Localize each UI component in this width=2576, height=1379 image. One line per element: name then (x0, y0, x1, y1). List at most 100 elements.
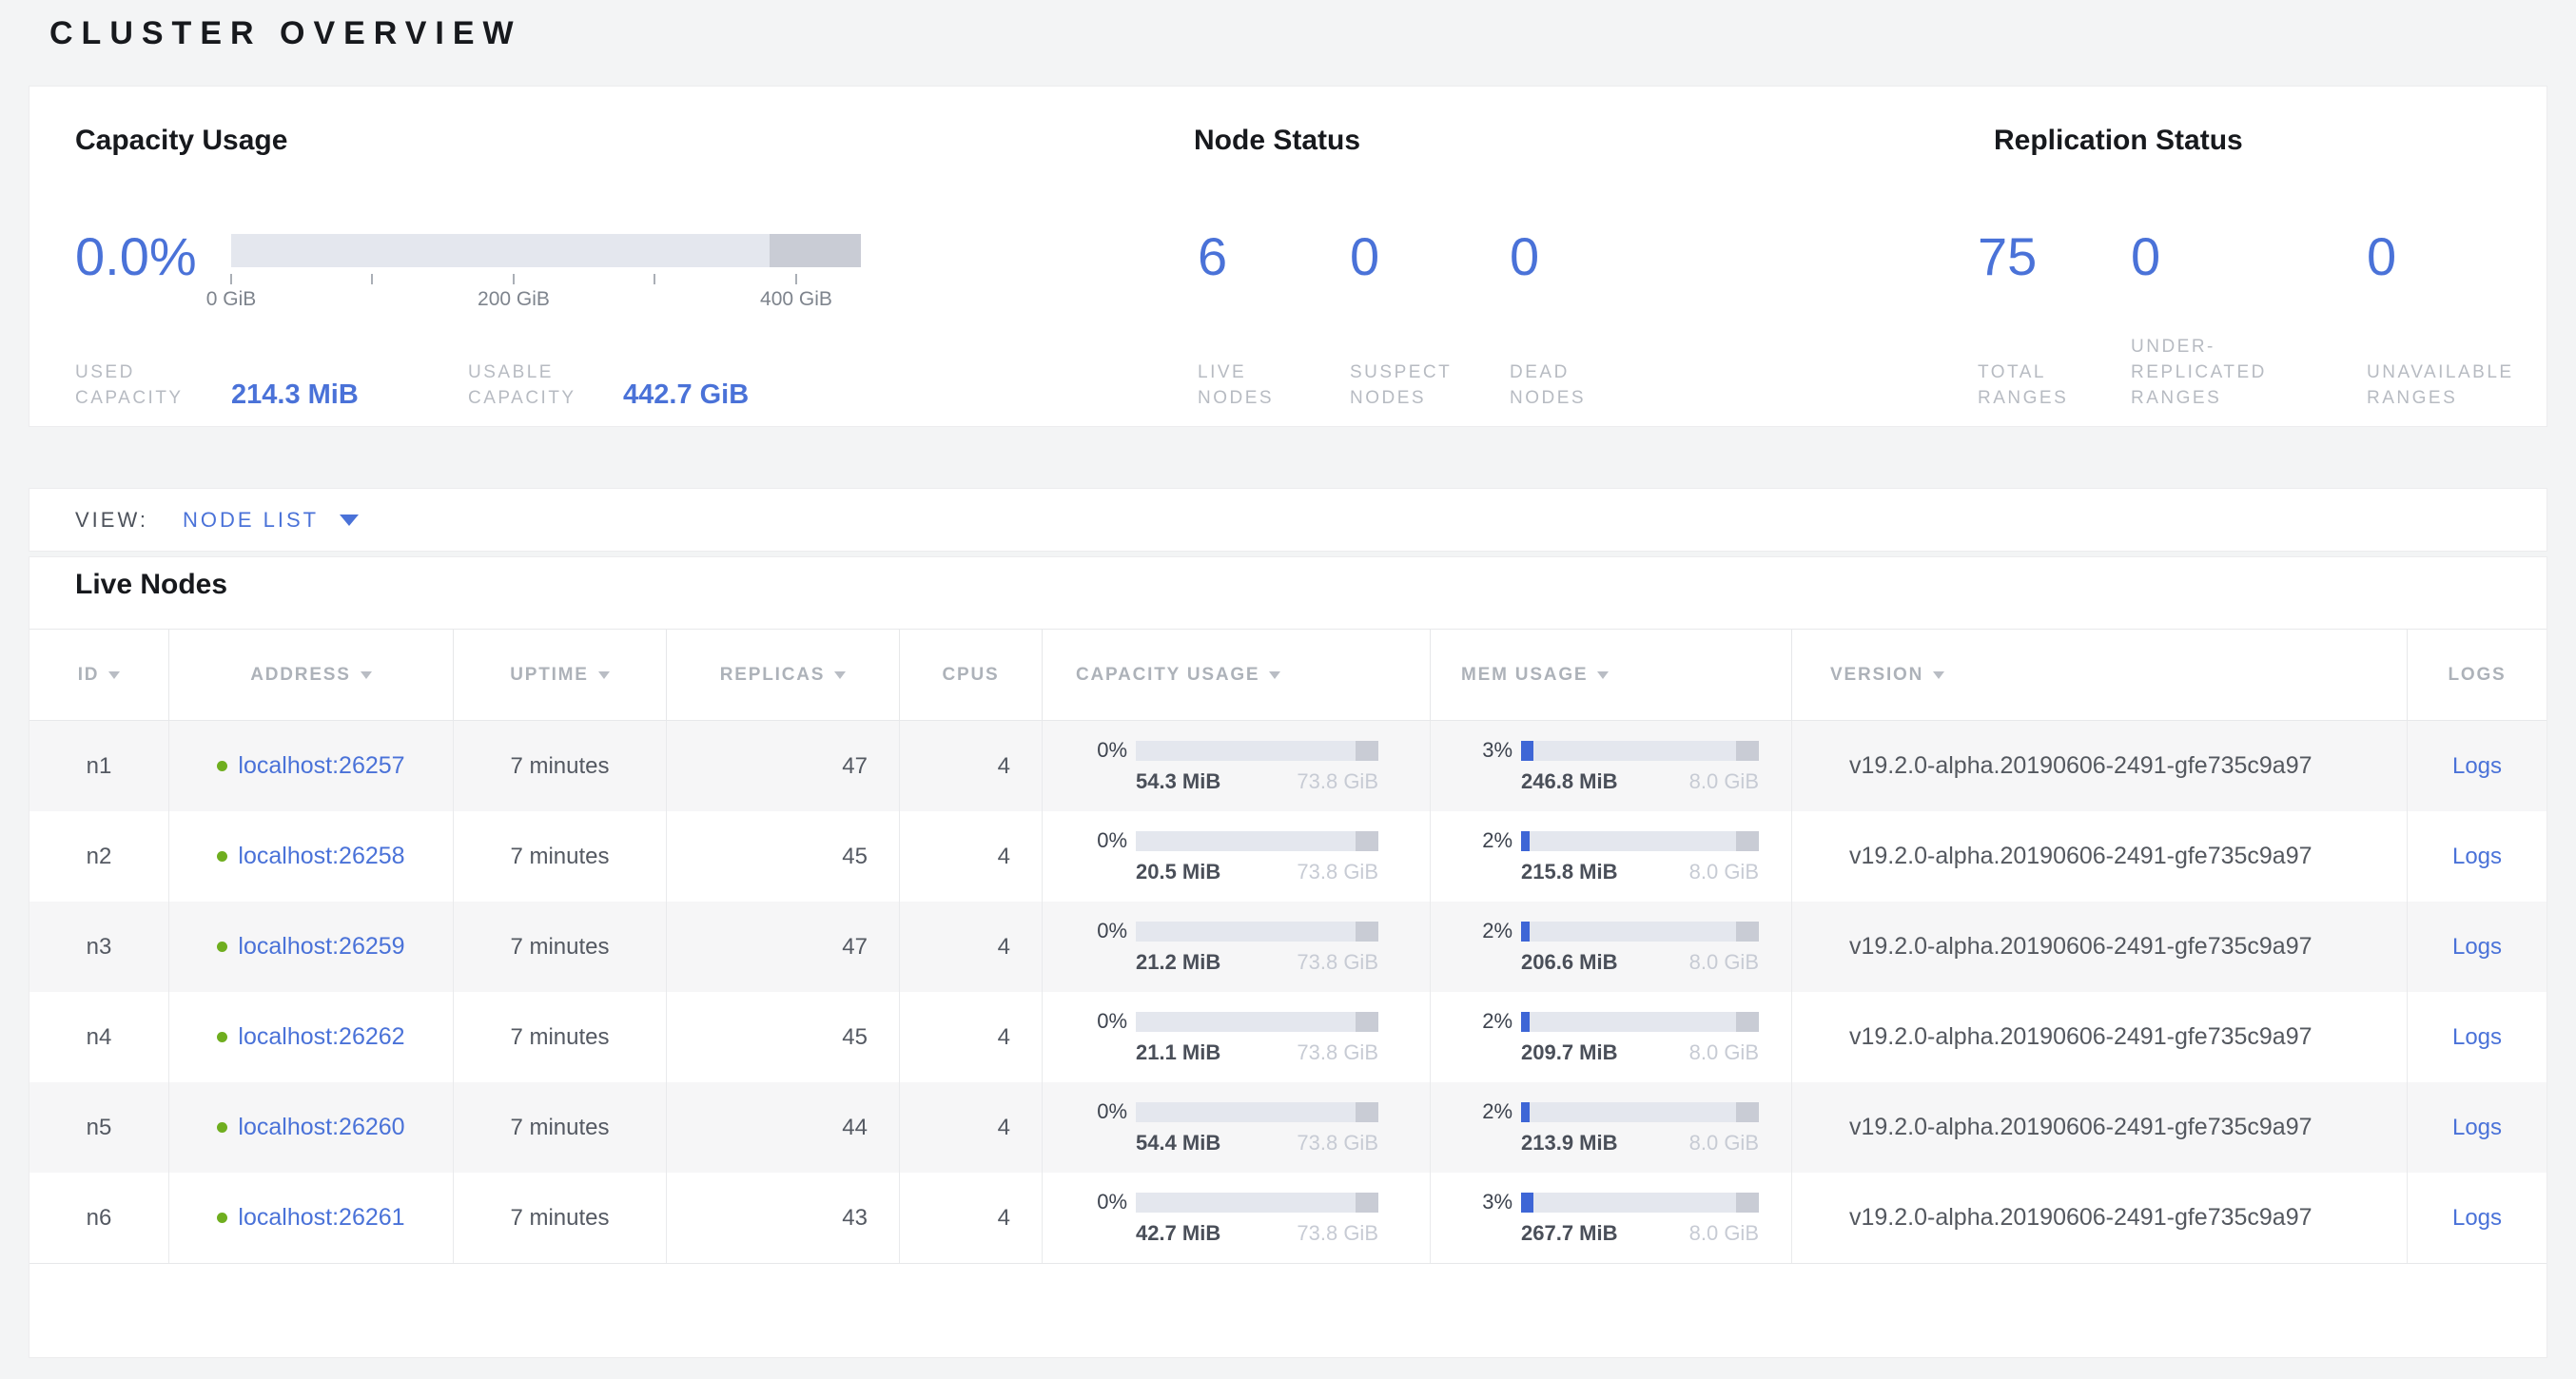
address-cell: localhost:26260 (169, 1082, 454, 1173)
axis-tick (230, 274, 232, 284)
table-row: n1 localhost:26257 7 minutes 47 4 0% 54.… (29, 721, 2547, 811)
capacity-usage-panel: Capacity Usage 0.0% 0 GiB 200 GiB 400 Gi… (75, 87, 931, 426)
sort-arrow-icon (361, 671, 372, 679)
capacity-usage-cell: 0% 42.7 MiB 73.8 GiB (1043, 1173, 1431, 1263)
used-capacity-value: 214.3 MiB (231, 379, 359, 411)
mem-pct: 2% (1461, 1099, 1512, 1124)
node-live-status-icon (217, 761, 227, 771)
row-id: n3 (29, 902, 169, 992)
capacity-bar-reserved (1356, 922, 1378, 942)
row-version: v19.2.0-alpha.20190606-2491-gfe735c9a97 (1792, 902, 2408, 992)
node-address-link[interactable]: localhost:26259 (238, 933, 404, 961)
column-header-capacity[interactable]: CAPACITY USAGE (1043, 630, 1431, 720)
capacity-pct: 0% (1076, 919, 1127, 943)
table-body: n1 localhost:26257 7 minutes 47 4 0% 54.… (29, 721, 2547, 1264)
dead-nodes-count: 0 (1510, 225, 1539, 287)
column-header-version[interactable]: VERSION (1792, 630, 2408, 720)
row-version: v19.2.0-alpha.20190606-2491-gfe735c9a97 (1792, 992, 2408, 1082)
column-header-uptime[interactable]: UPTIME (454, 630, 667, 720)
mem-used: 206.6 MiB (1521, 950, 1618, 975)
capacity-bar (1136, 1193, 1378, 1213)
mem-used: 209.7 MiB (1521, 1040, 1618, 1065)
column-header-id[interactable]: ID (29, 630, 169, 720)
logs-link[interactable]: Logs (2452, 1205, 2502, 1232)
capacity-usage-cell: 0% 21.2 MiB 73.8 GiB (1043, 902, 1431, 992)
capacity-total: 73.8 GiB (1297, 860, 1378, 884)
axis-tick-label: 400 GiB (760, 288, 832, 311)
logs-link[interactable]: Logs (2452, 844, 2502, 870)
column-header-address[interactable]: ADDRESS (169, 630, 454, 720)
mem-used: 213.9 MiB (1521, 1131, 1618, 1156)
capacity-used: 21.2 MiB (1136, 950, 1220, 975)
node-live-status-icon (217, 1032, 227, 1042)
mem-bar-fill (1521, 1012, 1530, 1032)
capacity-used: 54.3 MiB (1136, 769, 1220, 794)
sort-arrow-icon (1597, 671, 1609, 679)
logs-link[interactable]: Logs (2452, 934, 2502, 961)
capacity-bar-reserved (1356, 1012, 1378, 1032)
capacity-bar-reserved (1356, 1102, 1378, 1122)
logs-link[interactable]: Logs (2452, 1024, 2502, 1051)
capacity-gauge-bar (231, 234, 861, 267)
address-cell: localhost:26261 (169, 1173, 454, 1263)
axis-tick (513, 274, 515, 284)
node-live-status-icon (217, 1122, 227, 1133)
capacity-pct: 0% (1076, 1190, 1127, 1214)
chevron-down-icon[interactable] (340, 515, 359, 526)
node-address-link[interactable]: localhost:26258 (238, 843, 404, 870)
suspect-nodes-count: 0 (1350, 225, 1379, 287)
live-nodes-label: LIVE NODES (1198, 359, 1274, 411)
table-row: n6 localhost:26261 7 minutes 43 4 0% 42.… (29, 1173, 2547, 1264)
row-uptime: 7 minutes (454, 1082, 667, 1173)
row-replicas: 45 (667, 992, 900, 1082)
logs-cell: Logs (2408, 811, 2547, 902)
mem-used: 215.8 MiB (1521, 860, 1618, 884)
mem-bar (1521, 922, 1759, 942)
row-version: v19.2.0-alpha.20190606-2491-gfe735c9a97 (1792, 721, 2408, 811)
mem-bar-reserved (1736, 831, 1759, 851)
row-uptime: 7 minutes (454, 902, 667, 992)
row-replicas: 43 (667, 1173, 900, 1263)
axis-tick (371, 274, 373, 284)
capacity-bar (1136, 1012, 1378, 1032)
row-cpus: 4 (900, 902, 1043, 992)
node-live-status-icon (217, 942, 227, 952)
under-replicated-ranges-count: 0 (2131, 225, 2160, 287)
capacity-bar (1136, 1102, 1378, 1122)
capacity-bar (1136, 831, 1378, 851)
node-status-panel: Node Status 6 LIVE NODES 0 SUSPECT NODES… (1165, 87, 1888, 426)
table-header-row: IDADDRESSUPTIMEREPLICASCPUSCAPACITY USAG… (29, 629, 2547, 721)
row-replicas: 45 (667, 811, 900, 902)
mem-bar-fill (1521, 1102, 1530, 1122)
mem-bar-fill (1521, 1193, 1533, 1213)
unavailable-ranges-count: 0 (2367, 225, 2396, 287)
column-header-replicas[interactable]: REPLICAS (667, 630, 900, 720)
node-address-link[interactable]: localhost:26261 (238, 1204, 404, 1232)
live-nodes-count: 6 (1198, 225, 1227, 287)
mem-bar-reserved (1736, 1102, 1759, 1122)
mem-bar (1521, 1102, 1759, 1122)
node-address-link[interactable]: localhost:26260 (238, 1114, 404, 1141)
row-replicas: 47 (667, 721, 900, 811)
usable-capacity-label: USABLE CAPACITY (468, 359, 576, 411)
usable-capacity-value: 442.7 GiB (623, 379, 749, 411)
capacity-pct: 0% (1076, 828, 1127, 853)
column-header-mem[interactable]: MEM USAGE (1431, 630, 1792, 720)
node-address-link[interactable]: localhost:26257 (238, 752, 404, 780)
row-uptime: 7 minutes (454, 721, 667, 811)
logs-link[interactable]: Logs (2452, 753, 2502, 780)
capacity-pct: 0% (1076, 1009, 1127, 1034)
node-live-status-icon (217, 851, 227, 862)
dead-nodes-label: DEAD NODES (1510, 359, 1586, 411)
logs-cell: Logs (2408, 1173, 2547, 1263)
column-header-cpus: CPUS (900, 630, 1043, 720)
view-dropdown[interactable]: NODE LIST (183, 508, 319, 533)
column-header-logs: LOGS (2408, 630, 2547, 720)
node-address-link[interactable]: localhost:26262 (238, 1023, 404, 1051)
sort-arrow-icon (1933, 671, 1944, 679)
logs-link[interactable]: Logs (2452, 1115, 2502, 1141)
mem-bar-reserved (1736, 1193, 1759, 1213)
total-ranges-label: TOTAL RANGES (1978, 359, 2068, 411)
mem-usage-cell: 2% 209.7 MiB 8.0 GiB (1431, 992, 1792, 1082)
view-label: VIEW: (75, 508, 148, 533)
